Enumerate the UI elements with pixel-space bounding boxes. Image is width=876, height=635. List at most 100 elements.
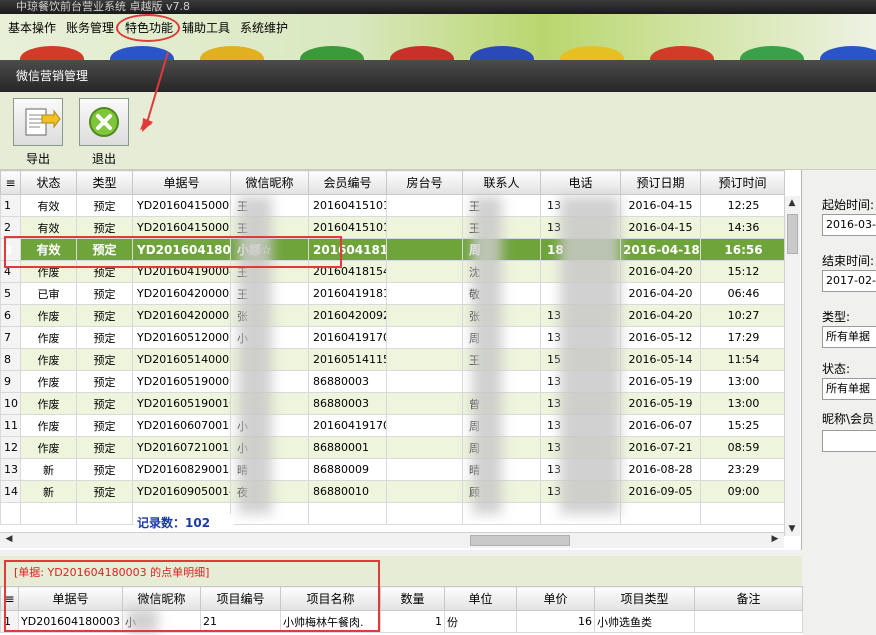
table-row[interactable]: 1有效预定YD201604150001王201604151014王132016-… <box>0 194 785 217</box>
exit-button[interactable]: 退出 <box>78 98 130 166</box>
cell-time: 06:46 <box>700 282 785 305</box>
scroll-up-icon[interactable]: ▲ <box>785 198 799 208</box>
cell-type: 预定 <box>76 480 133 503</box>
scroll-down-icon[interactable]: ▼ <box>785 524 799 534</box>
export-label: 导出 <box>25 152 50 166</box>
detail-column-header[interactable]: 单位 <box>444 586 517 611</box>
cell-table <box>386 370 463 393</box>
column-header[interactable]: 微信昵称 <box>230 170 309 195</box>
column-header[interactable]: 预订日期 <box>620 170 701 195</box>
menu-system[interactable]: 系统维护 <box>240 18 288 38</box>
table-row[interactable]: 5已审预定YD201604200005王201604191819敬2016-04… <box>0 282 785 305</box>
table-row[interactable]: 10作废预定YD20160519001086880003曾132016-05-1… <box>0 392 785 415</box>
detail-cell-unit: 份 <box>444 610 517 633</box>
column-header[interactable]: 单据号 <box>132 170 231 195</box>
row-number: 6 <box>0 304 21 327</box>
cell-type: 预定 <box>76 392 133 415</box>
table-row[interactable]: 7作废预定YD201605120007小201604191704周132016-… <box>0 326 785 349</box>
cell-table <box>386 304 463 327</box>
detail-cell-price: 16 <box>516 610 595 633</box>
menu-aux-tools[interactable]: 辅助工具 <box>182 18 230 38</box>
cell-time: 13:00 <box>700 392 785 415</box>
detail-column-header[interactable]: 项目类型 <box>594 586 695 611</box>
cell-date: 2016-08-28 <box>620 458 701 481</box>
cell-bill: YD201604200006 <box>132 304 231 327</box>
cell-table <box>386 216 463 239</box>
cell-date: 2016-04-15 <box>620 194 701 217</box>
column-header[interactable]: 状态 <box>20 170 77 195</box>
cell-date: 2016-04-20 <box>620 260 701 283</box>
record-count: 记录数：102 <box>134 514 234 532</box>
row-selector-header[interactable]: ≡ <box>0 170 21 195</box>
exit-icon <box>79 98 129 146</box>
scroll-left-icon[interactable]: ◀ <box>2 534 16 544</box>
table-row[interactable]: 13新预定YD201608290013晴86880009晴132016-08-2… <box>0 458 785 481</box>
cell-table <box>386 260 463 283</box>
vertical-scrollbar[interactable]: ▲ ▼ <box>784 196 800 536</box>
cell-member: 201605141151 <box>308 348 387 371</box>
cell-date: 2016-05-12 <box>620 326 701 349</box>
export-button[interactable]: 导出 <box>12 98 64 166</box>
detail-column-header[interactable]: 数量 <box>380 586 445 611</box>
annotation-circle <box>116 14 180 42</box>
table-row[interactable]: 12作废预定YD201607210012小86880001周132016-07-… <box>0 436 785 459</box>
end-time-input[interactable]: 2017-02- <box>822 270 876 292</box>
column-header[interactable]: 预订时间 <box>700 170 785 195</box>
toolbar: 导出 退出 <box>0 92 876 170</box>
empty-row <box>0 502 785 525</box>
cell-member: 86880003 <box>308 370 387 393</box>
table-row[interactable]: 9 作废 预定 YD201605190009 86880003 13 2016-05-19 1… <box>0 370 785 393</box>
table-row[interactable]: 6作废预定YD201604200006张201604200922张132016-… <box>0 304 785 327</box>
cell-member: 201604191704 <box>308 326 387 349</box>
panel-title: 微信营销管理 <box>0 60 876 92</box>
annotation-box <box>4 236 342 268</box>
cell-member: 86880009 <box>308 458 387 481</box>
detail-cell-note <box>694 610 803 633</box>
annotation-arrow <box>140 52 169 132</box>
cell-status: 作废 <box>20 304 77 327</box>
table-row[interactable]: 8作废预定YD201605140008201605141151王152016-0… <box>0 348 785 371</box>
scroll-right-icon[interactable]: ▶ <box>768 534 782 544</box>
row-number: 9 <box>0 370 21 393</box>
cell-bill: YD201609050014 <box>132 480 231 503</box>
cell-type: 预定 <box>76 326 133 349</box>
status-select[interactable]: 所有单据 <box>822 378 876 400</box>
cell-date: 2016-04-20 <box>620 282 701 305</box>
column-header[interactable]: 会员编号 <box>308 170 387 195</box>
detail-column-header[interactable]: 单价 <box>516 586 595 611</box>
cell-table <box>386 392 463 415</box>
cell-member: 201604191819 <box>308 282 387 305</box>
cell-table <box>386 480 463 503</box>
cell-type: 预定 <box>76 370 133 393</box>
cell-time: 09:00 <box>700 480 785 503</box>
cell-status: 作废 <box>20 326 77 349</box>
column-header[interactable]: 联系人 <box>462 170 541 195</box>
menu-accounts[interactable]: 账务管理 <box>66 18 114 38</box>
cell-time: 23:29 <box>700 458 785 481</box>
detail-column-header[interactable]: 备注 <box>694 586 803 611</box>
detail-cell-qty: 1 <box>380 610 445 633</box>
cell-bill: YD201605190010 <box>132 392 231 415</box>
cell-date: 2016-05-14 <box>620 348 701 371</box>
cell-date: 2016-04-15 <box>620 216 701 239</box>
table-row[interactable]: 14新预定YD201609050014夜86880010顾132016-09-0… <box>0 480 785 503</box>
cell-type: 预定 <box>76 414 133 437</box>
cell-time: 14:36 <box>700 216 785 239</box>
cell-bill: YD201606070011 <box>132 414 231 437</box>
export-icon <box>13 98 63 146</box>
menu-basic-ops[interactable]: 基本操作 <box>8 18 56 38</box>
row-number: 5 <box>0 282 21 305</box>
row-number: 1 <box>0 194 21 217</box>
column-header[interactable]: 房台号 <box>386 170 463 195</box>
table-row[interactable]: 11作废预定YD201606070011小201604191704周132016… <box>0 414 785 437</box>
start-time-input[interactable]: 2016-03- <box>822 214 876 236</box>
column-header[interactable]: 电话 <box>540 170 621 195</box>
cell-status: 作废 <box>20 392 77 415</box>
column-header[interactable]: 类型 <box>76 170 133 195</box>
horizontal-scrollbar[interactable]: ◀ ▶ <box>0 532 784 548</box>
window-title: 中琼餐饮前台营业系统 卓越版 v7.8 <box>0 0 876 14</box>
cell-table <box>386 326 463 349</box>
nick-member-input[interactable] <box>822 430 876 452</box>
cell-date: 2016-04-18 <box>620 238 701 261</box>
type-select[interactable]: 所有单据 <box>822 326 876 348</box>
